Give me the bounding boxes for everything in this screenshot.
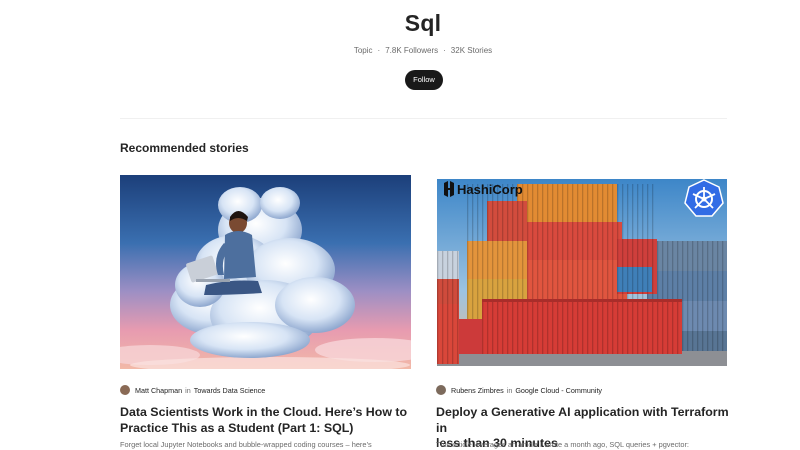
story-subtitle: This article leverages an article I wrot… bbox=[436, 440, 689, 449]
author-name[interactable]: Matt Chapman bbox=[135, 386, 182, 395]
follow-button[interactable]: Follow bbox=[405, 70, 443, 90]
story-title-line: Deploy a Generative AI application with … bbox=[436, 405, 729, 435]
separator-dot: · bbox=[377, 46, 381, 55]
avatar[interactable] bbox=[436, 385, 446, 395]
story-subtitle: Forget local Jupyter Notebooks and bubbl… bbox=[120, 440, 372, 449]
publication-name[interactable]: Towards Data Science bbox=[194, 386, 266, 395]
divider bbox=[120, 118, 727, 119]
topic-type-label: Topic bbox=[353, 46, 373, 55]
separator-dot: · bbox=[443, 46, 446, 55]
author-row: Rubens Zimbres in Google Cloud - Communi… bbox=[436, 385, 602, 395]
page-title: Sql bbox=[404, 10, 442, 36]
publication-name[interactable]: Google Cloud - Community bbox=[515, 386, 602, 395]
containers-illustration: HashiCorp bbox=[437, 179, 727, 366]
story-title[interactable]: Data Scientists Work in the Cloud. Here’… bbox=[120, 405, 420, 436]
hashicorp-logo-text: HashiCorp bbox=[457, 182, 523, 197]
author-row: Matt Chapman in Towards Data Science bbox=[120, 385, 265, 395]
topic-meta: Topic · 7.8K Followers · 32K Stories bbox=[0, 46, 800, 55]
avatar[interactable] bbox=[120, 385, 130, 395]
section-heading: Recommended stories bbox=[120, 141, 249, 155]
story-image[interactable] bbox=[120, 175, 411, 369]
cloud-illustration bbox=[120, 175, 411, 369]
stories-count: 32K Stories bbox=[450, 46, 493, 55]
kubernetes-icon bbox=[684, 179, 724, 217]
followers-count: 7.8K Followers bbox=[385, 46, 439, 55]
story-title-line: Data Scientists Work in the Cloud. Here’… bbox=[120, 405, 408, 419]
in-label: in bbox=[185, 385, 191, 395]
story-image[interactable]: HashiCorp bbox=[437, 179, 727, 366]
story-title-line: Practice This as a Student (Part 1: SQL) bbox=[120, 420, 354, 435]
in-label: in bbox=[506, 385, 513, 395]
author-name[interactable]: Rubens Zimbres bbox=[451, 386, 504, 395]
